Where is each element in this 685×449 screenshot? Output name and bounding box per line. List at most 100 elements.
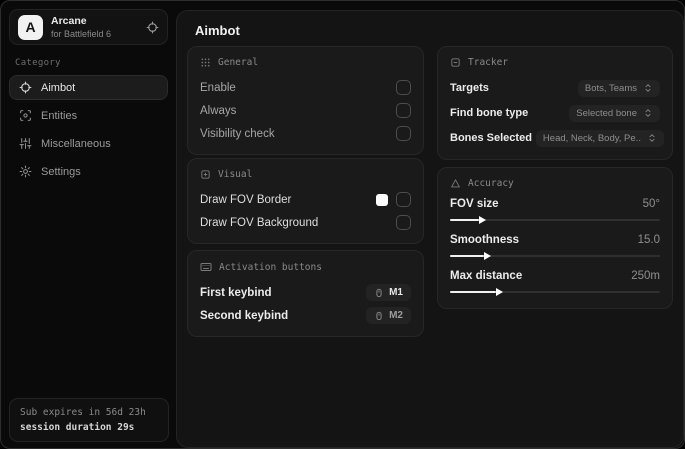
sidebar-item-label: Settings bbox=[41, 165, 81, 178]
bones-selected-value: Head, Neck, Body, Pe.. bbox=[542, 132, 641, 144]
brand-subtitle: for Battlefield 6 bbox=[51, 29, 112, 39]
enable-checkbox[interactable] bbox=[396, 80, 411, 95]
slider-fill bbox=[450, 251, 491, 260]
visibility-check-checkbox[interactable] bbox=[396, 126, 411, 141]
bones-selected-label: Bones Selected bbox=[450, 132, 532, 144]
chevrons-up-down-icon bbox=[643, 108, 653, 118]
always-checkbox[interactable] bbox=[396, 103, 411, 118]
fov-size-label: FOV size bbox=[450, 198, 499, 210]
first-keybind-button[interactable]: M1 bbox=[366, 284, 411, 301]
draw-fov-border-label: Draw FOV Border bbox=[200, 193, 292, 206]
smoothness-label: Smoothness bbox=[450, 234, 520, 246]
draw-fov-background-checkbox[interactable] bbox=[396, 215, 411, 230]
slider-fill bbox=[450, 215, 487, 224]
tracker-row: Find bone type Selected bone bbox=[450, 102, 660, 124]
targets-label: Targets bbox=[450, 82, 489, 94]
visual-row: Draw FOV Background bbox=[200, 212, 411, 233]
always-label: Always bbox=[200, 104, 237, 117]
general-row: Visibility check bbox=[200, 123, 411, 144]
activation-card-header: Activation buttons bbox=[200, 261, 411, 273]
smoothness-value: 15.0 bbox=[637, 234, 660, 246]
sidebar-item-aimbot[interactable]: Aimbot bbox=[9, 75, 168, 100]
targets-dropdown[interactable]: Bots, Teams bbox=[577, 79, 660, 97]
first-keybind-value: M1 bbox=[389, 287, 403, 298]
tracker-row: Targets Bots, Teams bbox=[450, 77, 660, 99]
sidebar-item-settings[interactable]: Settings bbox=[9, 159, 168, 184]
visual-card: Visual Draw FOV Border Draw FOV Backgrou… bbox=[187, 158, 424, 244]
fov-size-head: FOV size 50° bbox=[450, 198, 660, 210]
chevrons-up-down-icon bbox=[647, 133, 657, 143]
category-label: Category bbox=[15, 58, 61, 68]
crosshair-icon bbox=[19, 81, 32, 94]
max-distance-slider[interactable] bbox=[450, 287, 660, 296]
slider-fill bbox=[450, 287, 504, 296]
max-distance-label: Max distance bbox=[450, 270, 523, 282]
subscription-info: Sub expires in 56d 23h session duration … bbox=[9, 398, 169, 442]
general-card: General Enable Always Visibility check bbox=[187, 46, 424, 155]
visual-card-header: Visual bbox=[200, 169, 411, 180]
accuracy-card-header: Accuracy bbox=[450, 178, 660, 189]
keyboard-icon bbox=[200, 261, 212, 273]
visual-card-title: Visual bbox=[218, 169, 253, 180]
smoothness-slider[interactable] bbox=[450, 251, 660, 260]
fov-size-row: FOV size 50° bbox=[450, 198, 660, 224]
tracker-row: Bones Selected Head, Neck, Body, Pe.. bbox=[450, 127, 664, 149]
fov-border-controls bbox=[376, 192, 411, 207]
scan-icon bbox=[19, 109, 32, 122]
general-row: Enable bbox=[200, 77, 411, 98]
visual-row: Draw FOV Border bbox=[200, 189, 411, 210]
focus-plus-icon bbox=[200, 169, 211, 180]
sub-expiry-text: Sub expires in 56d 23h bbox=[20, 407, 146, 418]
sidebar-item-entities[interactable]: Entities bbox=[9, 103, 168, 128]
smoothness-head: Smoothness 15.0 bbox=[450, 234, 660, 246]
draw-fov-background-label: Draw FOV Background bbox=[200, 216, 319, 229]
accuracy-card: Accuracy FOV size 50° Smoothness 15.0 Ma… bbox=[437, 167, 673, 309]
grid-icon bbox=[200, 57, 211, 68]
sidebar-item-label: Aimbot bbox=[41, 81, 76, 94]
max-distance-head: Max distance 250m bbox=[450, 270, 660, 282]
second-keybind-button[interactable]: M2 bbox=[366, 307, 411, 324]
enable-label: Enable bbox=[200, 81, 236, 94]
sidebar-item-label: Miscellaneous bbox=[41, 137, 111, 150]
second-keybind-value: M2 bbox=[389, 310, 403, 321]
tracker-card-header: Tracker bbox=[450, 57, 660, 68]
session-duration-text: session duration 29s bbox=[20, 422, 135, 433]
brand-title: Arcane bbox=[51, 15, 87, 27]
triangle-icon bbox=[450, 178, 461, 189]
fov-size-value: 50° bbox=[642, 198, 660, 210]
max-distance-value: 250m bbox=[631, 270, 660, 282]
mouse-icon bbox=[374, 311, 384, 321]
page-title: Aimbot bbox=[195, 23, 240, 38]
brand-logo: A bbox=[18, 14, 43, 40]
activation-card: Activation buttons First keybind M1 Seco… bbox=[187, 250, 424, 337]
sliders-icon bbox=[19, 137, 32, 150]
main-panel: Aimbot General Enable Always Visibility … bbox=[176, 10, 684, 448]
first-keybind-label: First keybind bbox=[200, 286, 272, 299]
general-card-title: General bbox=[218, 57, 259, 68]
square-minus-icon bbox=[450, 57, 461, 68]
find-bone-type-label: Find bone type bbox=[450, 107, 529, 119]
bones-selected-dropdown[interactable]: Head, Neck, Body, Pe.. bbox=[535, 129, 664, 147]
sidebar-item-label: Entities bbox=[41, 109, 78, 122]
keybind-row: Second keybind M2 bbox=[200, 305, 411, 326]
second-keybind-label: Second keybind bbox=[200, 309, 289, 322]
fov-size-slider[interactable] bbox=[450, 215, 660, 224]
find-bone-type-dropdown[interactable]: Selected bone bbox=[569, 104, 660, 122]
find-bone-type-value: Selected bone bbox=[576, 107, 637, 119]
max-distance-row: Max distance 250m bbox=[450, 270, 660, 296]
fov-border-color-swatch[interactable] bbox=[376, 193, 388, 206]
sidebar: A Arcane for Battlefield 6 Category Aimb… bbox=[1, 1, 176, 448]
app-window: A Arcane for Battlefield 6 Category Aimb… bbox=[0, 0, 685, 449]
chevrons-up-down-icon bbox=[643, 83, 653, 93]
draw-fov-border-checkbox[interactable] bbox=[396, 192, 411, 207]
gear-icon bbox=[19, 165, 32, 178]
tracker-card-title: Tracker bbox=[468, 57, 509, 68]
targets-value: Bots, Teams bbox=[584, 82, 637, 94]
brand-text: Arcane for Battlefield 6 bbox=[51, 15, 138, 39]
visibility-check-label: Visibility check bbox=[200, 127, 275, 140]
sidebar-item-miscellaneous[interactable]: Miscellaneous bbox=[9, 131, 168, 156]
smoothness-row: Smoothness 15.0 bbox=[450, 234, 660, 260]
target-icon[interactable] bbox=[146, 21, 159, 34]
tracker-card: Tracker Targets Bots, Teams Find bone ty… bbox=[437, 46, 673, 160]
activation-card-title: Activation buttons bbox=[219, 261, 322, 273]
